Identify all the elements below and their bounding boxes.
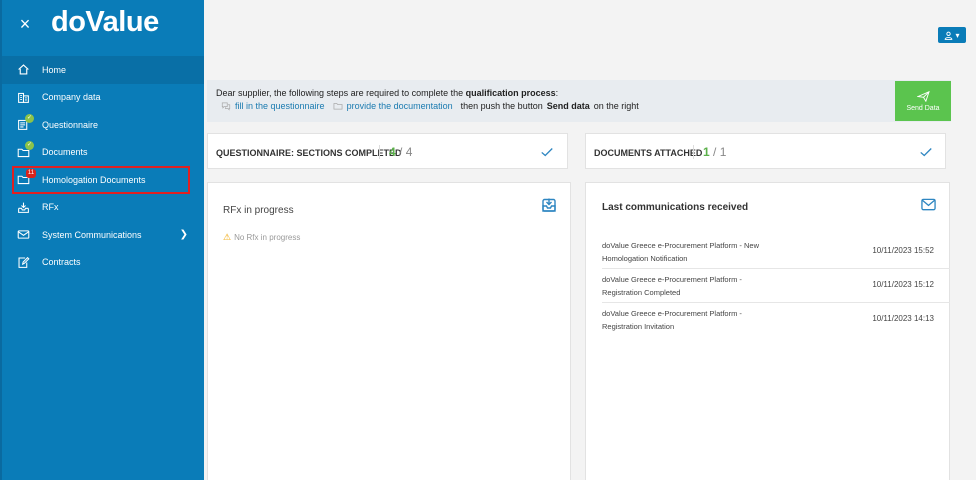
- sidebar-item-label: Questionnaire: [42, 119, 99, 130]
- list-item[interactable]: doValue Greece e-Procurement Platform - …: [602, 269, 950, 303]
- communications-card: Last communications received doValue Gre…: [585, 182, 950, 480]
- communication-subject: doValue Greece e-Procurement Platform - …: [602, 241, 760, 263]
- sidebar-item-homologation-documents[interactable]: 11 Homologation Documents: [12, 166, 190, 194]
- sidebar-item-label: RFx: [42, 202, 59, 213]
- sidebar-item-questionnaire[interactable]: ✓ Questionnaire: [2, 111, 204, 139]
- questionnaire-status-card: QUESTIONNAIRE: SECTIONS COMPLETED 4 / 4: [207, 133, 568, 169]
- sidebar-item-label: Homologation Documents: [42, 174, 146, 185]
- user-menu-button[interactable]: ▾: [938, 27, 966, 43]
- sidebar-header: × doValue: [2, 0, 204, 56]
- sidebar-item-home[interactable]: Home: [2, 56, 204, 84]
- documents-progress: 1 / 1: [703, 145, 727, 159]
- logo[interactable]: doValue: [51, 6, 159, 39]
- divider: [693, 145, 694, 159]
- check-icon: [541, 148, 553, 157]
- user-icon: [945, 31, 953, 40]
- info-steps: fill in the questionnaire provide the do…: [221, 101, 639, 111]
- info-message: Dear supplier, the following steps are r…: [216, 88, 559, 98]
- sidebar-item-label: Documents: [42, 147, 88, 158]
- list-item[interactable]: doValue Greece e-Procurement Platform - …: [602, 235, 950, 269]
- folder-icon: ✓: [16, 141, 34, 159]
- communications-card-title: Last communications received: [602, 202, 749, 213]
- caret-down-icon: ▾: [955, 30, 960, 40]
- documents-status-card: DOCUMENTS ATTACHED 1 / 1: [585, 133, 946, 169]
- communication-date: 10/11/2023 15:52: [872, 246, 934, 255]
- communication-date: 10/11/2023 14:13: [872, 314, 934, 323]
- paper-plane-icon: [916, 90, 930, 102]
- chevron-right-icon[interactable]: ❯: [180, 229, 188, 240]
- sidebar-item-label: System Communications: [42, 229, 142, 240]
- contract-edit-icon: [16, 255, 30, 269]
- notification-count-badge: 11: [26, 168, 36, 178]
- qualification-info-bar: Dear supplier, the following steps are r…: [207, 80, 951, 122]
- warning-icon: ⚠: [223, 232, 232, 242]
- building-icon: [16, 90, 30, 104]
- sidebar-item-label: Company data: [42, 92, 101, 103]
- envelope-icon: [16, 228, 30, 242]
- card-title: DOCUMENTS ATTACHED: [594, 148, 703, 158]
- questionnaire-icon: ✓: [16, 113, 34, 132]
- questionnaire-progress: 4 / 4: [389, 145, 413, 159]
- home-icon: [16, 63, 30, 77]
- chat-icon: [221, 101, 231, 111]
- sidebar-nav: Home Company data ✓ Questionnaire ✓ Docu…: [2, 56, 204, 276]
- communication-subject: doValue Greece e-Procurement Platform - …: [602, 275, 742, 297]
- provide-documentation-link[interactable]: provide the documentation: [347, 101, 453, 111]
- folder-icon: 11: [16, 168, 36, 187]
- sidebar-item-label: Contracts: [42, 257, 81, 268]
- sidebar-item-documents[interactable]: ✓ Documents: [2, 139, 204, 167]
- communication-date: 10/11/2023 15:12: [872, 280, 934, 289]
- communication-subject: doValue Greece e-Procurement Platform - …: [602, 309, 742, 331]
- rfx-empty-message: ⚠ No Rfx in progress: [223, 232, 301, 242]
- sidebar-item-contracts[interactable]: Contracts: [2, 249, 204, 277]
- inbox-download-icon: [16, 200, 30, 214]
- check-icon: [920, 148, 932, 157]
- sidebar-item-company-data[interactable]: Company data: [2, 84, 204, 112]
- completed-badge: ✓: [25, 141, 34, 151]
- list-item[interactable]: doValue Greece e-Procurement Platform - …: [602, 303, 950, 337]
- sidebar-item-rfx[interactable]: RFx: [2, 194, 204, 222]
- divider: [379, 145, 380, 159]
- send-data-button[interactable]: Send Data: [895, 81, 951, 121]
- completed-badge: ✓: [25, 113, 34, 123]
- card-title: QUESTIONNAIRE: SECTIONS COMPLETED: [216, 148, 402, 158]
- sidebar: × doValue Home Company data ✓ Questionna…: [0, 0, 204, 480]
- inbox-download-icon[interactable]: [541, 197, 557, 213]
- envelope-icon[interactable]: [921, 198, 936, 211]
- folder-outline-icon: [333, 101, 343, 111]
- sidebar-item-label: Home: [42, 64, 67, 75]
- rfx-card-title: RFx in progress: [223, 205, 294, 216]
- fill-questionnaire-link[interactable]: fill in the questionnaire: [235, 101, 325, 111]
- sidebar-item-system-communications[interactable]: System Communications ❯: [2, 221, 204, 249]
- communications-list: doValue Greece e-Procurement Platform - …: [602, 235, 950, 337]
- rfx-card: RFx in progress ⚠ No Rfx in progress: [207, 182, 571, 480]
- close-icon[interactable]: ×: [18, 13, 32, 35]
